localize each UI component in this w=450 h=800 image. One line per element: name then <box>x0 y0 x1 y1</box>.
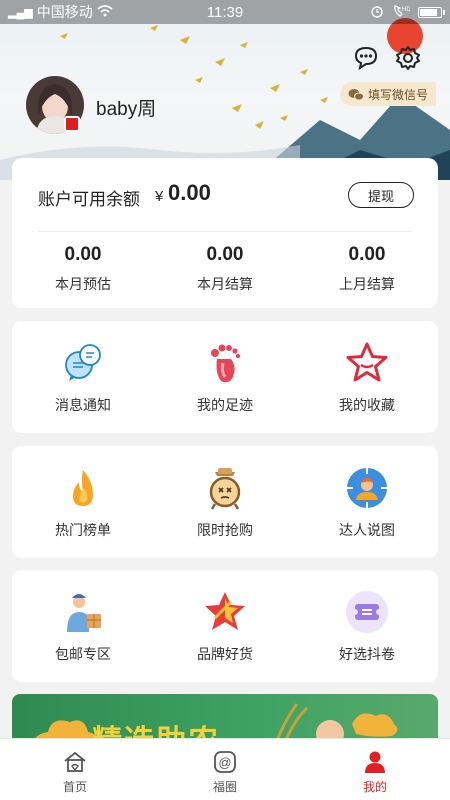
influencer-icon <box>347 468 387 508</box>
menu-label: 热门榜单 <box>55 522 111 538</box>
status-bar: ▂▄▆ 中国移动 11:39 HD <box>0 0 450 24</box>
balance-label: 账户可用余额 <box>38 190 140 209</box>
stat-label: 本月结算 <box>197 276 253 292</box>
stat-value: 0.00 <box>206 244 244 265</box>
menu-item-hot-list[interactable]: 热门榜单 <box>23 464 143 540</box>
tab-label: 福圈 <box>212 780 237 794</box>
withdraw-button[interactable]: 提现 <box>348 182 414 208</box>
divider <box>38 231 412 232</box>
menu-item-coupons[interactable]: 好选抖卷 <box>307 588 427 664</box>
at-circle-icon: @ <box>214 751 236 773</box>
status-time: 11:39 <box>206 3 244 21</box>
menu-item-footprint[interactable]: 我的足迹 <box>165 339 285 415</box>
settings-gear-icon[interactable] <box>394 44 422 72</box>
stat-label: 上月结算 <box>339 276 395 292</box>
menu-label: 好选抖卷 <box>339 646 395 662</box>
alarm-clock-icon <box>209 468 241 510</box>
stat-value: 0.00 <box>348 244 386 265</box>
menu-item-free-shipping[interactable]: 包邮专区 <box>23 588 143 664</box>
bottom-tab-bar: 首页 @ 福圈 我的 <box>0 738 450 800</box>
menu-item-message-notification[interactable]: 消息通知 <box>23 339 143 415</box>
stat-value: 0.00 <box>64 244 102 265</box>
balance-card: 账户可用余额 ¥ 0.00 提现 0.00 本月预估 0.00 本月结算 0.0… <box>12 158 438 308</box>
wechat-icon <box>348 88 364 100</box>
tab-fuquan[interactable]: @ 福圈 <box>150 739 300 800</box>
menu-label: 消息通知 <box>55 397 111 413</box>
menu-item-favorites[interactable]: 我的收藏 <box>307 339 427 415</box>
coupon-icon <box>346 591 388 633</box>
stat-label: 本月预估 <box>55 276 111 292</box>
tab-mine[interactable]: 我的 <box>300 739 450 800</box>
person-icon <box>365 751 385 773</box>
menu-label: 包邮专区 <box>55 646 111 662</box>
menu-card-2: 热门榜单 限时抢购 达人说图 <box>12 446 438 558</box>
tab-label: 我的 <box>362 780 387 794</box>
footprint-icon <box>211 344 241 383</box>
message-icon[interactable] <box>352 44 380 72</box>
menu-label: 品牌好货 <box>197 646 253 662</box>
home-icon <box>64 751 86 772</box>
balance-amount: 0.00 <box>168 180 211 205</box>
menu-card-1: 消息通知 我的足迹 我的收藏 <box>12 321 438 433</box>
vip-badge-icon <box>64 116 80 132</box>
stat-month-estimate[interactable]: 0.00 本月预估 <box>23 244 143 294</box>
flame-icon <box>73 470 93 506</box>
menu-label: 我的收藏 <box>339 397 395 413</box>
stat-last-month-settled[interactable]: 0.00 上月结算 <box>307 244 427 294</box>
message-notification-icon <box>65 344 101 381</box>
menu-item-brand-goods[interactable]: 品牌好货 <box>165 588 285 664</box>
username: baby周 <box>96 99 157 120</box>
wechat-button-label: 填写微信号 <box>368 87 429 102</box>
tab-label: 首页 <box>62 780 87 794</box>
fill-wechat-button[interactable]: 填写微信号 <box>340 82 436 106</box>
stat-month-settled[interactable]: 0.00 本月结算 <box>165 244 285 294</box>
tab-home[interactable]: 首页 <box>0 739 150 800</box>
menu-item-flash-sale[interactable]: 限时抢购 <box>165 464 285 540</box>
brand-star-icon <box>205 592 245 630</box>
currency-symbol: ¥ <box>155 188 164 205</box>
menu-card-3: 包邮专区 品牌好货 好选抖卷 <box>12 570 438 682</box>
star-icon <box>346 342 388 382</box>
menu-label: 我的足迹 <box>197 397 253 413</box>
menu-item-influencer[interactable]: 达人说图 <box>307 464 427 540</box>
menu-label: 达人说图 <box>339 522 395 538</box>
delivery-person-icon <box>67 594 101 632</box>
svg-text:@: @ <box>218 755 231 770</box>
menu-label: 限时抢购 <box>197 522 253 538</box>
battery-icon <box>418 6 445 18</box>
